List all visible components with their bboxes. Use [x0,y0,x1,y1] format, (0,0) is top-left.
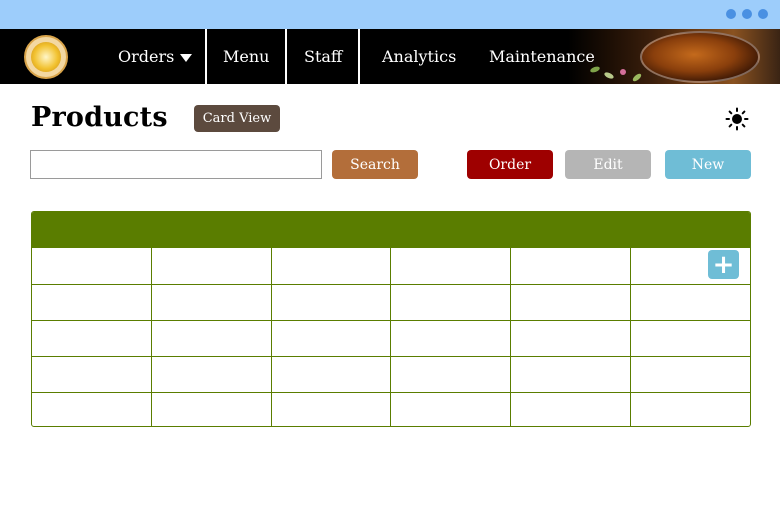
nav-divider [358,29,360,84]
window-controls[interactable] [726,9,768,19]
sun-icon[interactable] [725,107,749,131]
table-cell[interactable] [270,285,391,320]
nav-item-label: Menu [223,47,270,66]
flower-decoration [620,69,626,75]
nav-divider [205,29,207,84]
dot-icon [742,9,752,19]
table-row[interactable] [32,284,750,320]
dot-icon [726,9,736,19]
table-cell[interactable] [510,285,630,320]
table-cell[interactable] [510,357,630,392]
table-cell[interactable] [32,248,151,284]
table-cell[interactable] [390,357,510,392]
search-input[interactable] [30,150,322,179]
nav-item-orders[interactable]: Orders [118,29,193,84]
nav-item-label: Analytics [382,47,457,66]
nav-item-label: Staff [304,47,343,66]
table-cell[interactable] [390,285,510,320]
nav-item-label: Orders [118,47,175,66]
table-row[interactable] [32,356,750,392]
table-cell[interactable] [270,248,391,284]
table-cell[interactable] [510,321,630,356]
table-cell[interactable] [510,248,630,284]
nav-divider [285,29,287,84]
products-table [31,211,751,427]
table-cell[interactable] [390,321,510,356]
table-header [32,212,750,248]
table-cell[interactable] [150,248,271,284]
table-cell[interactable] [270,357,391,392]
table-body [32,248,750,426]
table-cell[interactable] [32,357,151,392]
browser-chrome-bar [0,0,780,29]
card-view-button[interactable]: Card View [194,105,280,132]
new-button[interactable]: New [665,150,751,179]
table-cell[interactable] [32,321,151,356]
table-cell[interactable] [270,393,391,426]
table-cell[interactable] [150,357,271,392]
table-cell[interactable] [270,321,391,356]
table-cell[interactable] [150,393,271,426]
table-cell[interactable] [32,285,151,320]
edit-button[interactable]: Edit [565,150,651,179]
table-cell[interactable] [630,357,750,392]
nav-item-analytics[interactable]: Analytics [382,29,456,84]
table-cell[interactable] [630,321,750,356]
table-cell[interactable] [150,321,271,356]
nav-item-staff[interactable]: Staff [304,29,342,84]
search-button[interactable]: Search [332,150,418,179]
table-row[interactable] [32,248,750,284]
top-navbar: Orders Menu Staff Analytics Maintenance [0,29,780,84]
table-cell[interactable] [390,393,510,426]
nav-item-maintenance[interactable]: Maintenance [489,29,595,84]
nav-item-label: Maintenance [489,47,595,66]
add-row-button[interactable]: + [708,250,739,279]
table-cell[interactable] [150,285,271,320]
chevron-down-icon [180,53,193,62]
table-row[interactable] [32,320,750,356]
table-cell[interactable] [510,393,630,426]
lemon-slice-icon [31,42,61,72]
nav-item-menu[interactable]: Menu [223,29,269,84]
lemon-logo-icon[interactable] [24,35,68,79]
table-cell[interactable] [630,393,750,426]
table-row[interactable] [32,392,750,426]
order-button[interactable]: Order [467,150,553,179]
table-cell[interactable] [630,285,750,320]
table-cell[interactable] [390,248,510,284]
dot-icon [758,9,768,19]
tea-cup-image [640,31,760,83]
page-title: Products [31,102,168,133]
table-cell[interactable] [32,393,151,426]
